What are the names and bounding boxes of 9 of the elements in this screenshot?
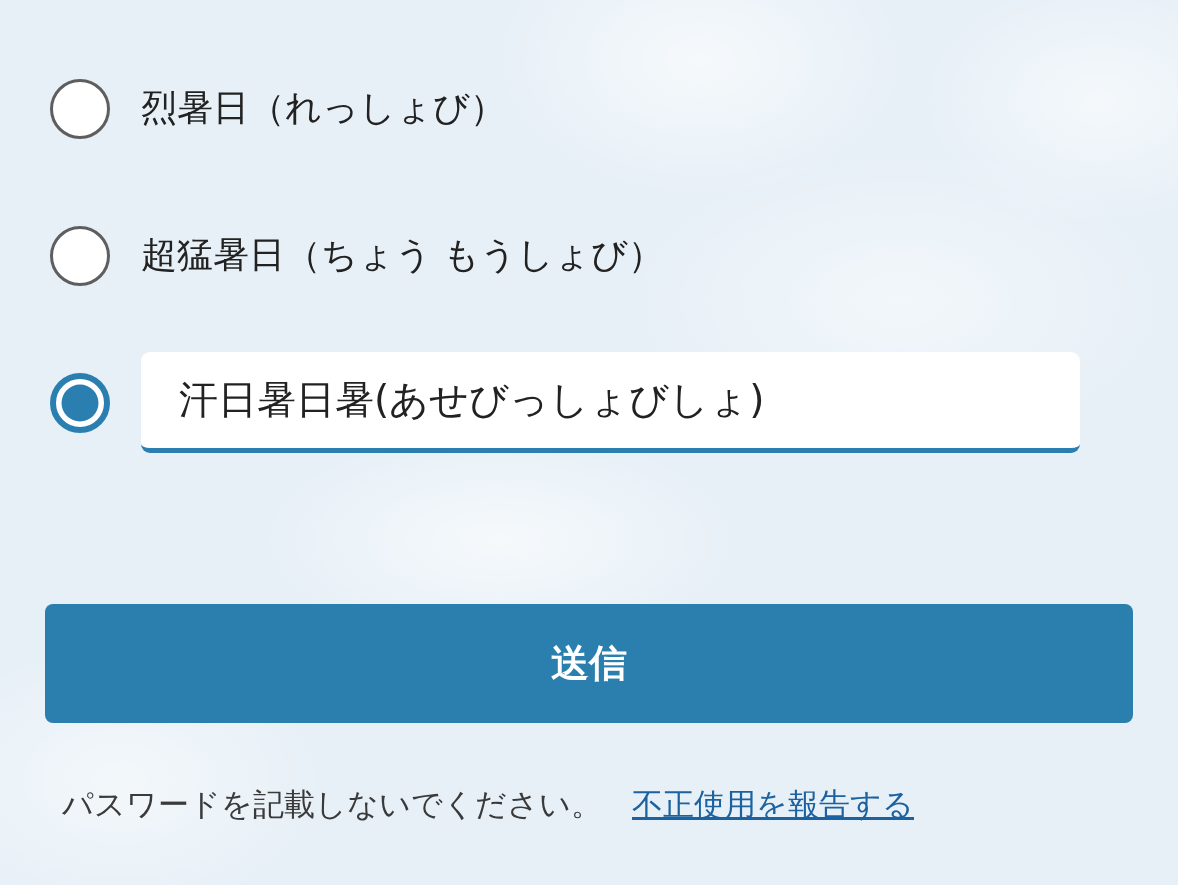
text-input[interactable]: 汗日暑日暑(あせびっしょびしょ) (141, 352, 1080, 453)
radio-button[interactable] (50, 372, 110, 433)
radio-button[interactable] (50, 225, 110, 286)
report-abuse-link[interactable]: 不正使用を報告する (632, 784, 914, 826)
password-warning: パスワードを記載しないでください。 (62, 785, 602, 824)
radio-button[interactable] (50, 78, 110, 139)
submit-button[interactable]: 送信 (45, 604, 1133, 723)
option-label[interactable]: 超猛暑日（ちょう もうしょび） (141, 231, 665, 280)
option-label[interactable]: 烈暑日（れっしょび） (141, 84, 506, 133)
